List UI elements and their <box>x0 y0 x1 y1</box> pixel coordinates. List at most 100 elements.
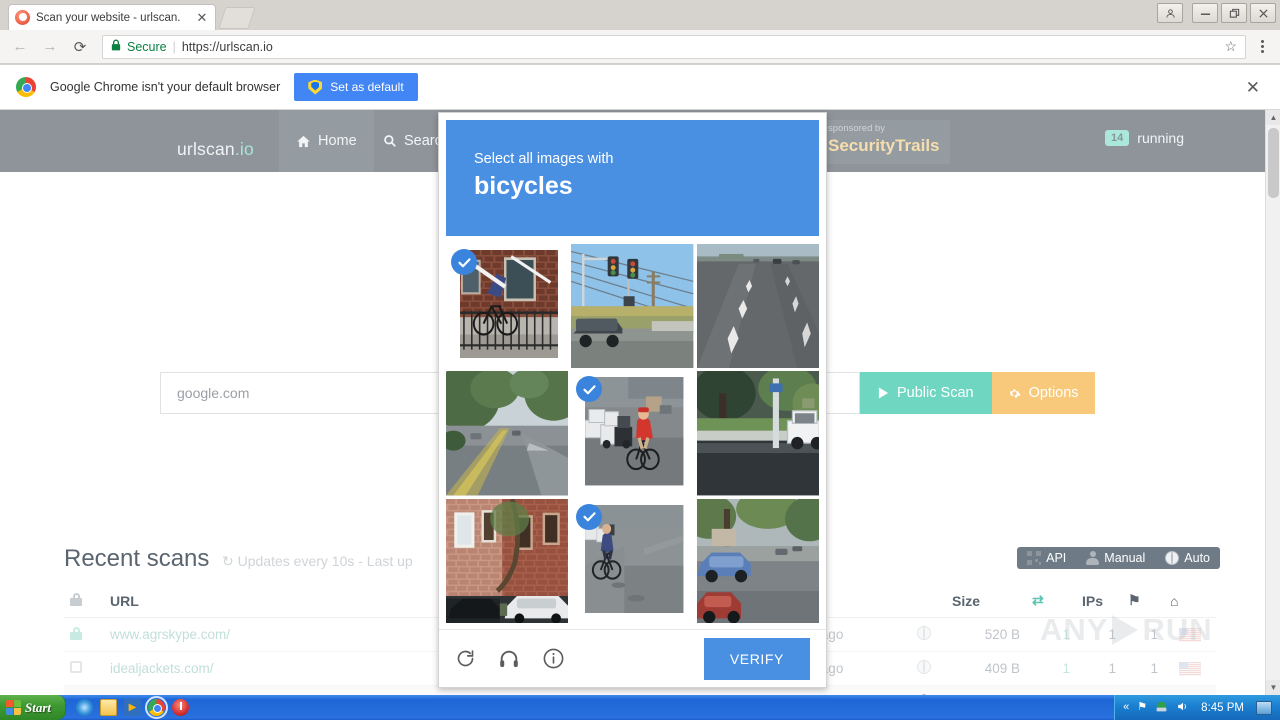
recent-scans-title: Recent scans <box>64 545 210 572</box>
captcha-tile-5[interactable] <box>571 371 694 496</box>
public-scan-label: Public Scan <box>897 385 974 401</box>
chrome-toolbar: ← → ⟳ Secure | https://urlscan.io ☆ <box>0 30 1280 64</box>
folder-icon[interactable] <box>100 699 118 716</box>
scroll-down-icon[interactable]: ▼ <box>1266 680 1280 695</box>
lock-icon <box>111 39 121 54</box>
tray-volume-icon[interactable] <box>1176 700 1189 716</box>
lock-open-icon <box>70 661 82 673</box>
row-lock-cell <box>64 685 104 695</box>
captcha-tile-6[interactable] <box>696 371 819 496</box>
row-type-cell <box>902 617 946 652</box>
browser-tab[interactable]: Scan your website - urlscan. ✕ <box>8 4 216 30</box>
nav-item-home[interactable]: Home <box>279 110 374 172</box>
scrollbar-thumb[interactable] <box>1268 128 1279 198</box>
th-requests[interactable]: ⇄ <box>1026 584 1076 618</box>
row-url-link[interactable]: idealjackets.com/ <box>110 661 214 676</box>
show-desktop-button[interactable] <box>1256 700 1272 715</box>
captcha-tile-3[interactable] <box>696 244 819 369</box>
bookmark-star-icon[interactable]: ☆ <box>1224 38 1237 55</box>
captcha-tile-7[interactable] <box>446 498 569 623</box>
back-button[interactable]: ← <box>8 35 32 59</box>
globe-icon <box>917 660 931 674</box>
secure-label: Secure <box>127 39 167 54</box>
windows-taskbar: Start ▶ « ⚑ 8:45 PM <box>0 695 1280 720</box>
set-as-default-label: Set as default <box>330 80 404 94</box>
omnibox-separator: | <box>172 39 176 54</box>
th-flags[interactable]: ⚑ <box>1122 584 1164 618</box>
row-lock-cell <box>64 651 104 686</box>
captcha-footer: VERIFY <box>439 629 826 687</box>
set-as-default-button[interactable]: Set as default <box>294 73 418 101</box>
captcha-tile-8[interactable] <box>571 498 694 623</box>
close-window-button[interactable] <box>1250 3 1276 23</box>
th-country[interactable]: ⌂ <box>1164 584 1216 618</box>
row-requests-cell: 1 <box>1026 651 1076 686</box>
antivirus-icon[interactable] <box>172 699 190 716</box>
row-ips-cell: 4 <box>1076 685 1122 695</box>
captcha-tile-4[interactable] <box>446 371 569 496</box>
captcha-tile-2[interactable] <box>571 244 694 369</box>
sponsor-badge[interactable]: sponsored by SecurityTrails <box>820 120 950 164</box>
public-scan-button[interactable]: Public Scan <box>860 372 992 414</box>
refresh-icon: ↻ <box>222 553 234 569</box>
th-ips[interactable]: IPs <box>1076 584 1122 618</box>
brand-name[interactable]: urlscan.io <box>177 139 254 160</box>
captcha-modal: Select all images with bicycles VERIFY <box>438 112 827 688</box>
running-status: 14 running <box>1105 130 1184 146</box>
maximize-button[interactable] <box>1221 3 1247 23</box>
row-size-cell: 690 KB <box>946 685 1026 695</box>
row-requests-cell: 12 <box>1026 685 1076 695</box>
options-button[interactable]: Options <box>991 372 1095 414</box>
captcha-prompt: Select all images with bicycles <box>446 120 819 236</box>
row-requests-cell: 1 <box>1026 617 1076 652</box>
row-ips-cell: 1 <box>1076 617 1122 652</box>
tray-expand-icon[interactable]: « <box>1123 702 1129 713</box>
sponsor-name: SecurityTrails <box>828 136 940 155</box>
nav-home-label: Home <box>318 133 357 149</box>
omnibox[interactable]: Secure | https://urlscan.io ☆ <box>102 34 1246 59</box>
mode-auto-button[interactable]: Auto <box>1155 547 1220 569</box>
system-tray: « ⚑ 8:45 PM <box>1114 695 1280 720</box>
th-size[interactable]: Size <box>946 584 1026 618</box>
page-scrollbar[interactable]: ▲ ▼ <box>1265 110 1280 695</box>
infobar-close-icon[interactable]: ✕ <box>1242 79 1264 96</box>
screen: Scan your website - urlscan. ✕ ← → ⟳ Sec… <box>0 0 1280 720</box>
tray-flag-icon[interactable]: ⚑ <box>1137 702 1147 713</box>
row-size-cell: 409 B <box>946 651 1026 686</box>
tray-clock: 8:45 PM <box>1201 701 1244 714</box>
mode-manual-button[interactable]: Manual <box>1076 547 1155 569</box>
internet-explorer-icon[interactable] <box>76 699 94 716</box>
chrome-menu-icon[interactable] <box>1252 40 1272 53</box>
omnibox-url: https://urlscan.io <box>181 39 273 54</box>
tray-network-icon[interactable] <box>1155 700 1168 716</box>
running-label: running <box>1137 130 1184 146</box>
mode-api-button[interactable]: API <box>1017 547 1076 569</box>
tab-close-icon[interactable]: ✕ <box>195 11 209 24</box>
info-icon[interactable] <box>542 647 565 670</box>
scroll-up-icon[interactable]: ▲ <box>1266 110 1280 125</box>
updates-note: ↻ Updates every 10s - Last up <box>222 553 413 569</box>
row-country-cell <box>1164 685 1216 695</box>
minimize-button[interactable] <box>1192 3 1218 23</box>
forward-button[interactable]: → <box>38 35 62 59</box>
sponsor-line1: sponsored by <box>828 123 886 134</box>
new-tab-button[interactable] <box>218 7 256 29</box>
profile-button[interactable] <box>1157 3 1183 23</box>
check-icon <box>576 503 603 530</box>
media-player-icon[interactable]: ▶ <box>124 699 142 716</box>
default-browser-infobar: Google Chrome isn't your default browser… <box>0 65 1280 110</box>
row-flagcount-cell: 2 <box>1122 685 1164 695</box>
audio-icon[interactable] <box>498 648 520 670</box>
reload-icon[interactable] <box>455 648 476 669</box>
verify-button[interactable]: VERIFY <box>703 637 810 680</box>
reload-button[interactable]: ⟳ <box>68 35 92 59</box>
options-label: Options <box>1028 385 1079 401</box>
row-url-link[interactable]: www.agrskype.com/ <box>110 627 230 642</box>
captcha-tile-1[interactable] <box>446 244 569 369</box>
captcha-prompt-target: bicycles <box>474 172 573 200</box>
captcha-tile-image <box>696 244 819 369</box>
captcha-tile-9[interactable] <box>696 498 819 623</box>
chrome-taskbar-icon[interactable] <box>145 696 169 719</box>
lock-icon <box>70 592 82 606</box>
start-button[interactable]: Start <box>0 695 67 720</box>
